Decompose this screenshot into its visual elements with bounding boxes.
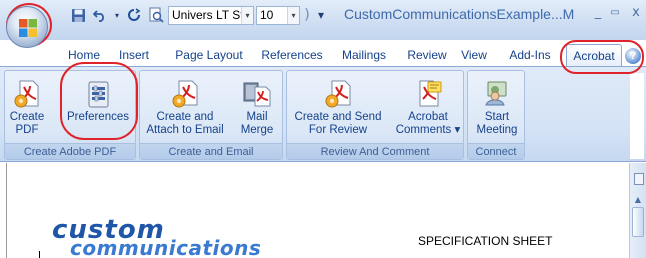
create-send-review-label: Create and Send For Review (295, 111, 382, 137)
create-pdf-label: Create PDF (10, 111, 45, 137)
font-size-dropdown-icon[interactable]: ▾ (287, 6, 299, 24)
close-button[interactable]: x (628, 4, 644, 20)
font-name-box[interactable]: Univers LT Stc ▾ (168, 5, 254, 25)
create-send-review-icon (321, 73, 355, 109)
mail-merge-label-line1: Mail (246, 111, 268, 123)
restore-button[interactable]: ▭ (607, 4, 623, 20)
create-attach-email-label-line1: Create and (156, 111, 214, 123)
create-send-review-label-line1: Create and Send (294, 111, 382, 123)
highlight-ring-preferences (60, 62, 138, 140)
acrobat-comments-button[interactable]: Acrobat Comments ▾ (393, 73, 463, 143)
font-name-dropdown-icon[interactable]: ▾ (241, 6, 253, 24)
customize-qat-icon[interactable]: ▾ (314, 5, 328, 25)
minimize-button[interactable]: _ (590, 4, 606, 20)
create-pdf-label-line1: Create (9, 111, 45, 123)
logo-text-communications: communications (70, 236, 262, 258)
print-preview-icon[interactable] (146, 5, 166, 25)
document-heading: SPECIFICATION SHEET (418, 234, 553, 248)
scroll-up-arrow-icon[interactable]: ▲ (632, 193, 644, 205)
ribbon-right-edge (630, 73, 644, 159)
tab-references[interactable]: References (256, 44, 328, 66)
create-attach-email-button[interactable]: Create and Attach to Email (142, 73, 228, 143)
acrobat-comments-label-line1: Acrobat (408, 111, 448, 123)
tab-mailings[interactable]: Mailings (332, 44, 396, 66)
start-meeting-label: Start Meeting (477, 111, 518, 137)
document-area[interactable]: custom communications SPECIFICATION SHEE… (0, 163, 646, 258)
tab-review[interactable]: Review (402, 44, 452, 66)
office-logo-icon (19, 19, 37, 37)
create-pdf-label-line2: PDF (15, 124, 39, 136)
font-size-box[interactable]: 10 ▾ (256, 5, 300, 25)
mail-merge-icon (240, 73, 274, 109)
mail-merge-label: Mail Merge (241, 111, 274, 137)
group-create-and-email: Create and Attach to Email Mail Merge Cr… (139, 70, 283, 160)
start-meeting-icon (480, 73, 514, 109)
tab-view[interactable]: View (457, 44, 491, 66)
create-pdf-button[interactable]: Create PDF (7, 73, 47, 143)
undo-icon[interactable] (90, 5, 110, 25)
create-attach-email-icon (168, 73, 202, 109)
create-pdf-icon (10, 73, 44, 109)
font-name-value: Univers LT Stc (172, 8, 250, 22)
create-send-review-button[interactable]: Create and Send For Review (289, 73, 387, 143)
create-attach-email-label: Create and Attach to Email (146, 111, 223, 137)
quick-access-toolbar: ▾ Univers LT Stc ▾ 10 ▾ ) ▾ (56, 4, 328, 26)
office-button[interactable] (6, 6, 48, 48)
highlight-ring-acrobat-tab (560, 40, 644, 74)
start-meeting-label-line1: Start (484, 111, 510, 123)
text-cursor (39, 251, 40, 258)
mail-merge-button[interactable]: Mail Merge (234, 73, 280, 143)
view-ruler-icon[interactable] (634, 173, 644, 185)
mail-merge-label-line2: Merge (240, 124, 274, 136)
group-label-review-and-comment: Review And Comment (287, 143, 463, 159)
title-bar: ▾ Univers LT Stc ▾ 10 ▾ ) ▾ CustomCommun… (0, 0, 646, 40)
page-edge (6, 163, 7, 258)
tab-page-layout[interactable]: Page Layout (166, 44, 252, 66)
create-send-review-label-line2: For Review (308, 124, 368, 136)
group-label-connect: Connect (468, 143, 524, 159)
acrobat-comments-label: Acrobat Comments ▾ (396, 111, 461, 137)
undo-dropdown-icon[interactable]: ▾ (112, 5, 122, 25)
save-icon[interactable] (68, 5, 88, 25)
acrobat-comments-icon (411, 73, 445, 109)
scrollbar-thumb[interactable] (632, 207, 644, 237)
group-label-create-adobe-pdf: Create Adobe PDF (5, 143, 135, 159)
tab-add-ins[interactable]: Add-Ins (503, 44, 557, 66)
window-title: CustomCommunicationsExample...M (344, 6, 575, 22)
group-connect: Start Meeting Connect (467, 70, 525, 160)
group-label-create-and-email: Create and Email (140, 143, 282, 159)
acrobat-comments-label-line2[interactable]: Comments ▾ (396, 124, 461, 137)
start-meeting-label-line2: Meeting (476, 124, 518, 136)
qat-separator-icon: ) (304, 7, 310, 23)
create-attach-email-label-line2: Attach to Email (146, 124, 224, 136)
group-review-and-comment: Create and Send For Review Acrobat Comme… (286, 70, 464, 160)
start-meeting-button[interactable]: Start Meeting (471, 73, 523, 143)
font-size-value: 10 (260, 8, 274, 22)
redo-icon[interactable] (124, 5, 144, 25)
